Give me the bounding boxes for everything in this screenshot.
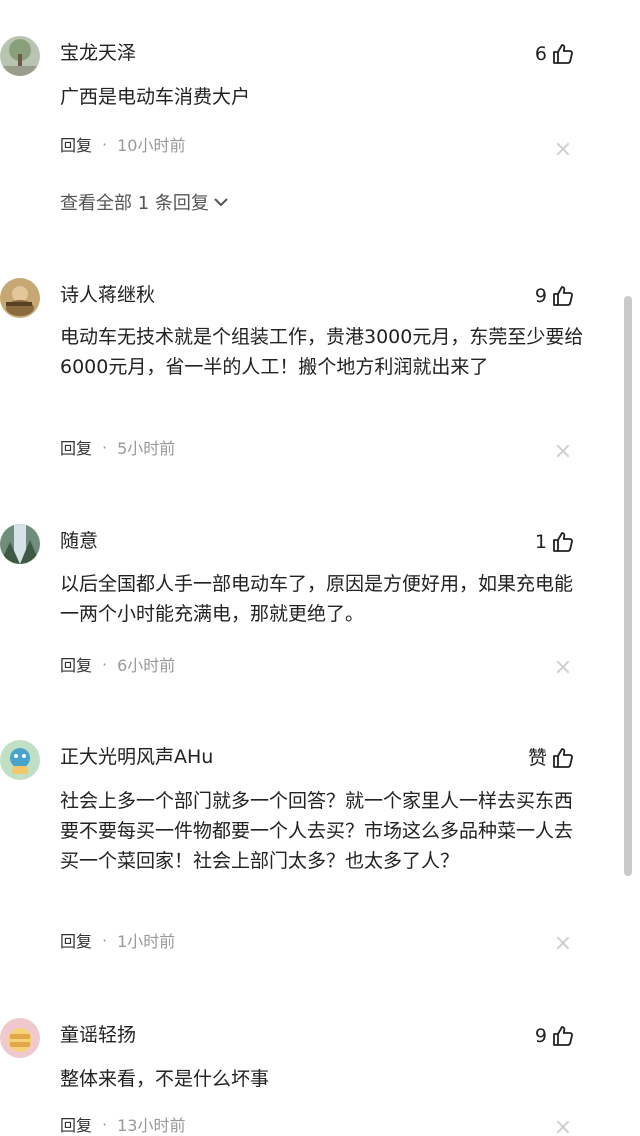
reply-button[interactable]: 回复	[60, 132, 92, 156]
thumbs-up-icon	[553, 1026, 573, 1046]
separator-dot: ·	[102, 654, 108, 674]
timestamp: 10小时前	[117, 136, 186, 155]
username[interactable]: 正大光明风声AHu	[60, 745, 213, 769]
avatar[interactable]	[0, 740, 40, 780]
view-all-replies-button[interactable]: 查看全部 1 条回复	[60, 189, 229, 215]
like-button[interactable]: 9	[535, 1022, 575, 1050]
reply-button[interactable]: 回复	[60, 652, 92, 676]
separator-dot: ·	[102, 1114, 108, 1134]
comment-item: 童谣轻扬 9 整体来看，不是什么坏事 回复 · 13小时前	[0, 1018, 610, 1135]
comment-item: 诗人蒋继秋 9 电动车无技术就是个组装工作，贵港3000元月，东莞至少要给600…	[0, 278, 610, 468]
comment-item: 正大光明风声AHu 赞 社会上多一个部门就多一个回答？就一个家里人一样去买东西要…	[0, 740, 610, 970]
timestamp: 6小时前	[117, 656, 176, 675]
avatar[interactable]	[0, 1018, 40, 1058]
reply-button[interactable]: 回复	[60, 928, 92, 952]
comment-text: 广西是电动车消费大户	[60, 86, 251, 108]
like-count: 赞	[527, 747, 547, 769]
like-count: 1	[534, 531, 547, 553]
comment-meta: 回复 · 1小时前	[60, 928, 175, 952]
comment-meta: 回复 · 13小时前	[60, 1112, 185, 1136]
avatar[interactable]	[0, 278, 40, 318]
scrollbar-thumb[interactable]	[624, 296, 632, 876]
like-count: 9	[534, 1025, 547, 1047]
separator-dot: ·	[102, 134, 108, 154]
comment-meta: 回复 · 10小时前	[60, 132, 185, 156]
close-icon[interactable]	[556, 444, 570, 458]
close-icon[interactable]	[556, 1120, 570, 1134]
reply-button[interactable]: 回复	[60, 1112, 92, 1136]
close-icon[interactable]	[556, 142, 570, 156]
like-button[interactable]: 9	[535, 282, 575, 310]
thumbs-up-icon	[553, 748, 573, 768]
separator-dot: ·	[102, 930, 108, 950]
comment-text: 电动车无技术就是个组装工作，贵港3000元月，东莞至少要给6000元月，省一半的…	[60, 326, 584, 378]
thumbs-up-icon	[553, 286, 573, 306]
comment-text: 以后全国都人手一部电动车了，原因是方便好用，如果充电能一两个小时能充满电，那就更…	[60, 573, 574, 625]
username[interactable]: 宝龙天泽	[60, 41, 136, 65]
separator-dot: ·	[102, 437, 108, 457]
username[interactable]: 诗人蒋继秋	[60, 283, 155, 307]
like-count: 6	[534, 43, 547, 65]
chevron-down-icon	[214, 198, 228, 207]
comment-meta: 回复 · 5小时前	[60, 435, 175, 459]
comment-meta: 回复 · 6小时前	[60, 652, 175, 676]
comment-text: 整体来看，不是什么坏事	[60, 1068, 270, 1090]
username[interactable]: 随意	[60, 529, 98, 553]
avatar[interactable]	[0, 524, 40, 564]
comment-item: 随意 1 以后全国都人手一部电动车了，原因是方便好用，如果充电能一两个小时能充满…	[0, 524, 610, 694]
comment-text: 社会上多一个部门就多一个回答？就一个家里人一样去买东西要不要每买一件物都要一个人…	[60, 790, 574, 872]
timestamp: 5小时前	[117, 439, 176, 458]
close-icon[interactable]	[556, 660, 570, 674]
reply-button[interactable]: 回复	[60, 435, 92, 459]
avatar[interactable]	[0, 36, 40, 76]
thumbs-up-icon	[553, 532, 573, 552]
like-count: 9	[534, 285, 547, 307]
like-button[interactable]: 赞	[528, 744, 575, 772]
comment-item: 宝龙天泽 6 广西是电动车消费大户 回复 · 10小时前 查看全部 1 条回复	[0, 36, 610, 226]
username[interactable]: 童谣轻扬	[60, 1023, 136, 1047]
view-all-label: 查看全部 1 条回复	[60, 193, 209, 214]
thumbs-up-icon	[553, 44, 573, 64]
timestamp: 1小时前	[117, 932, 176, 951]
like-button[interactable]: 6	[535, 40, 575, 68]
like-button[interactable]: 1	[535, 528, 575, 556]
timestamp: 13小时前	[117, 1116, 186, 1135]
close-icon[interactable]	[556, 936, 570, 950]
